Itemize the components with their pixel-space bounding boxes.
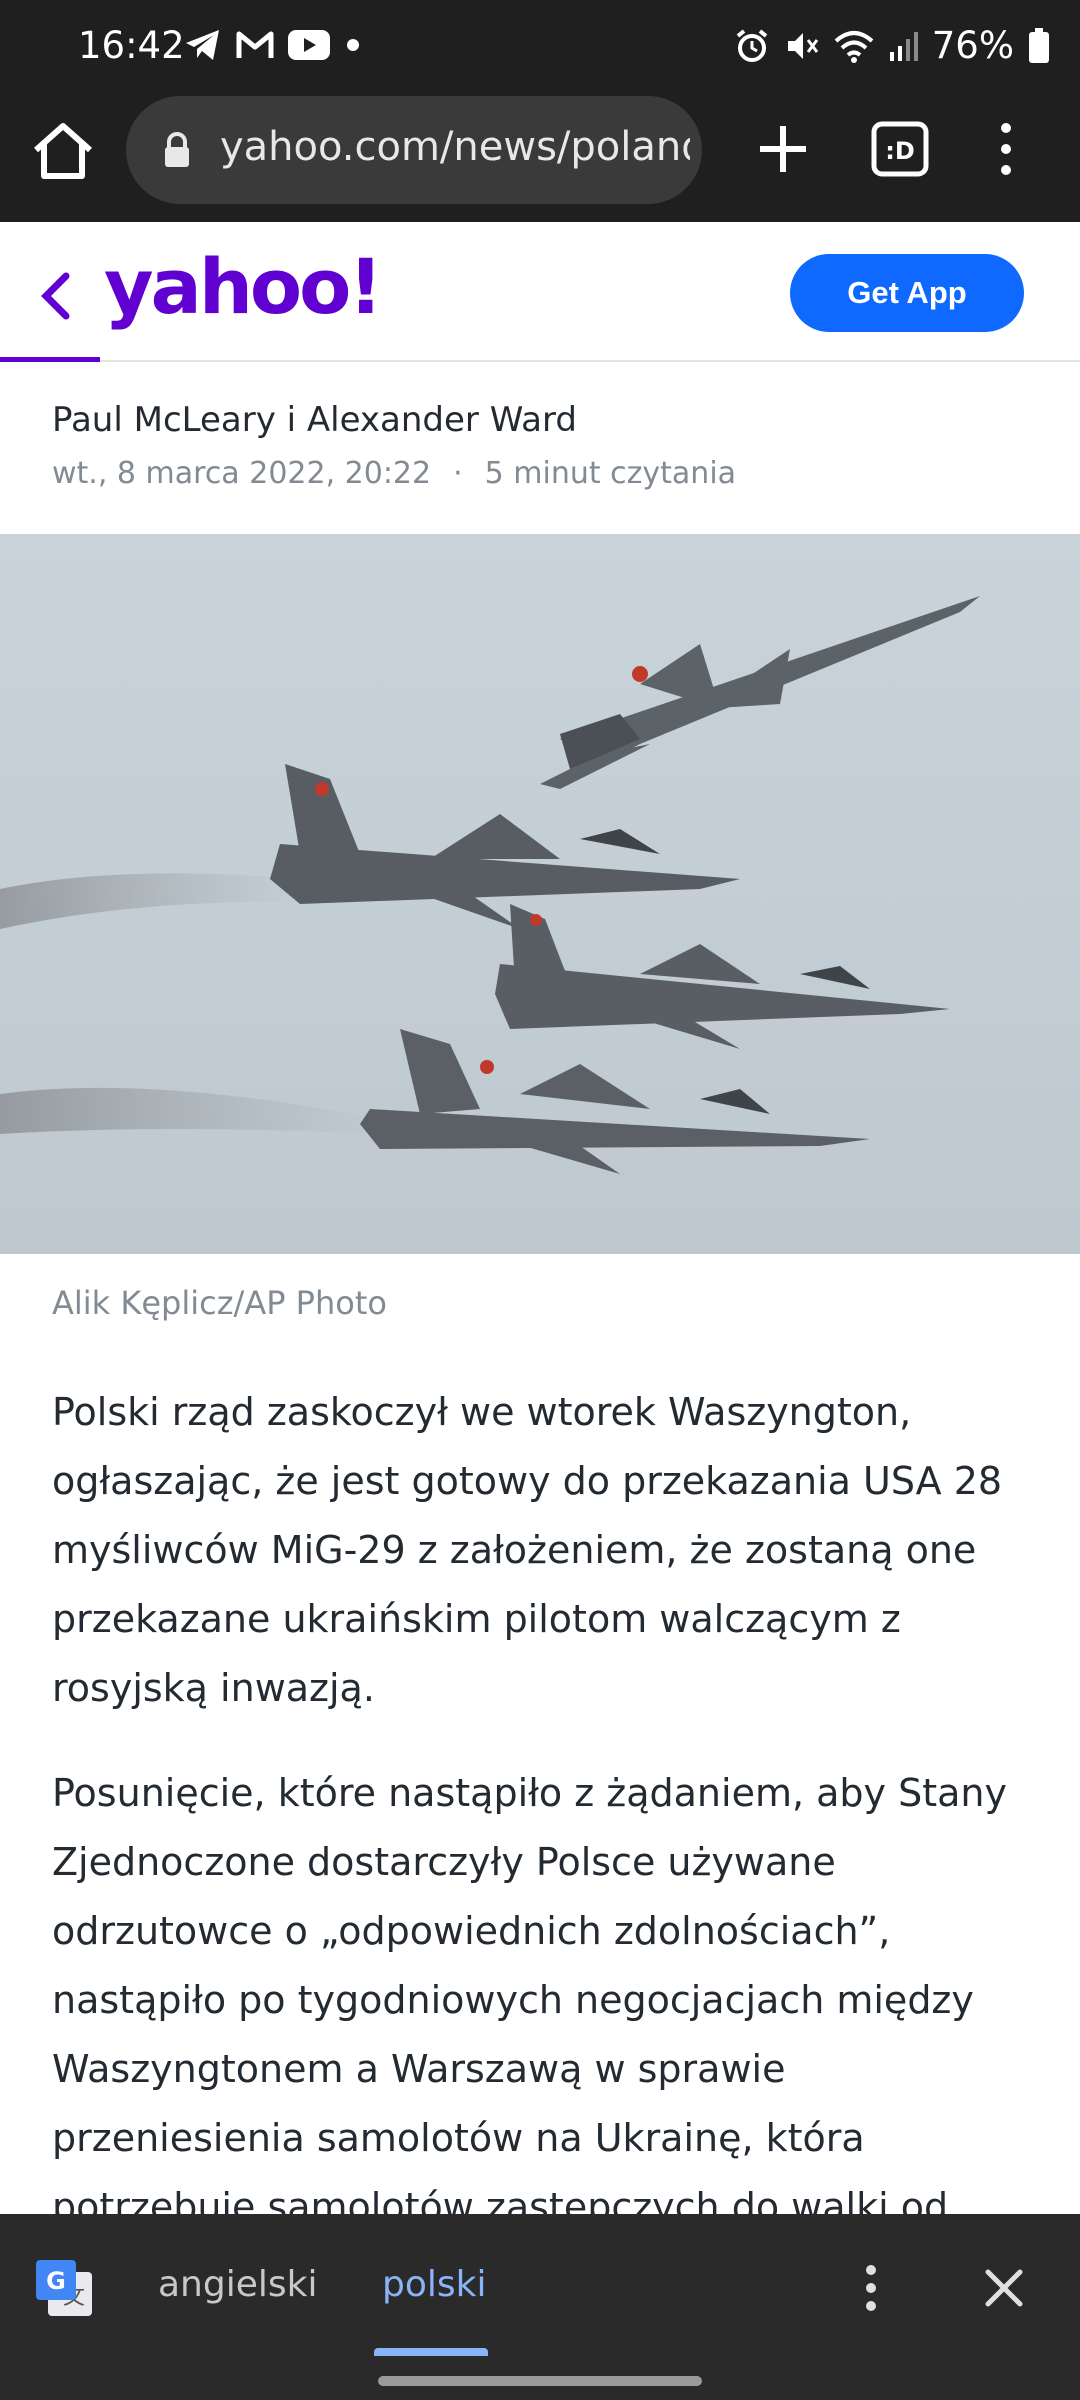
source-language-tab[interactable]: angielski	[158, 2264, 318, 2305]
svg-text:G: G	[46, 2267, 66, 2295]
status-time: 16:42	[78, 24, 185, 67]
alarm-icon	[734, 28, 770, 64]
translate-bar: 文G angielski polski	[0, 2214, 1080, 2360]
article-paragraph: Posunięcie, które nastąpiło z żądaniem, …	[52, 1771, 1007, 2229]
yahoo-logo[interactable]: yahoo!	[104, 242, 383, 331]
article-paragraph: Polski rząd zaskoczył we wtorek Waszyngt…	[52, 1390, 1003, 1710]
read-time: 5 minut czytania	[484, 456, 737, 491]
meta-separator: ·	[453, 456, 463, 491]
wifi-icon	[834, 29, 874, 63]
site-header: yahoo! Get App	[0, 222, 1080, 362]
dot-icon	[344, 36, 362, 54]
browser-toolbar: yahoo.com/news/poland :D	[0, 92, 1080, 222]
google-translate-icon[interactable]: 文G	[34, 2258, 94, 2318]
article-date: wt., 8 marca 2022, 20:22	[52, 456, 432, 491]
target-language-tab[interactable]: polski	[382, 2264, 486, 2305]
article-meta: wt., 8 marca 2022, 20:22 · 5 minut czytani…	[52, 456, 736, 491]
address-bar[interactable]: yahoo.com/news/poland	[126, 96, 702, 204]
new-tab-icon[interactable]	[748, 114, 818, 184]
photo-credit: Alik Kęplicz/AP Photo	[52, 1284, 387, 1322]
url-text: yahoo.com/news/poland	[220, 124, 690, 170]
home-icon[interactable]	[30, 118, 96, 194]
reading-progress-bar	[0, 357, 100, 362]
browser-menu-icon[interactable]	[986, 114, 1026, 184]
svg-text::D: :D	[885, 137, 915, 165]
article-hero-image[interactable]	[0, 534, 1080, 1254]
telegram-icon	[184, 28, 222, 62]
get-app-button[interactable]: Get App	[790, 254, 1024, 332]
system-nav-bar	[0, 2360, 1080, 2400]
lock-icon	[162, 132, 192, 172]
home-gesture-handle[interactable]	[378, 2376, 702, 2386]
signal-icon	[888, 30, 918, 62]
battery-icon	[1028, 27, 1050, 64]
youtube-icon	[288, 30, 330, 60]
close-icon[interactable]	[976, 2260, 1032, 2316]
notification-icons	[184, 28, 362, 62]
mute-icon	[784, 28, 820, 64]
translate-more-icon[interactable]	[856, 2258, 886, 2318]
gmail-icon	[236, 30, 274, 60]
article-body: Polski rząd zaskoczył we wtorek Waszyngt…	[52, 1378, 1042, 2278]
status-bar: 16:42 76%	[0, 0, 1080, 92]
selected-tab-indicator	[374, 2348, 488, 2356]
back-arrow-icon[interactable]	[36, 268, 76, 324]
tab-switcher-button[interactable]: :D	[868, 116, 934, 182]
battery-percent: 76%	[931, 24, 1014, 67]
article-authors[interactable]: Paul McLeary i Alexander Ward	[52, 400, 577, 440]
